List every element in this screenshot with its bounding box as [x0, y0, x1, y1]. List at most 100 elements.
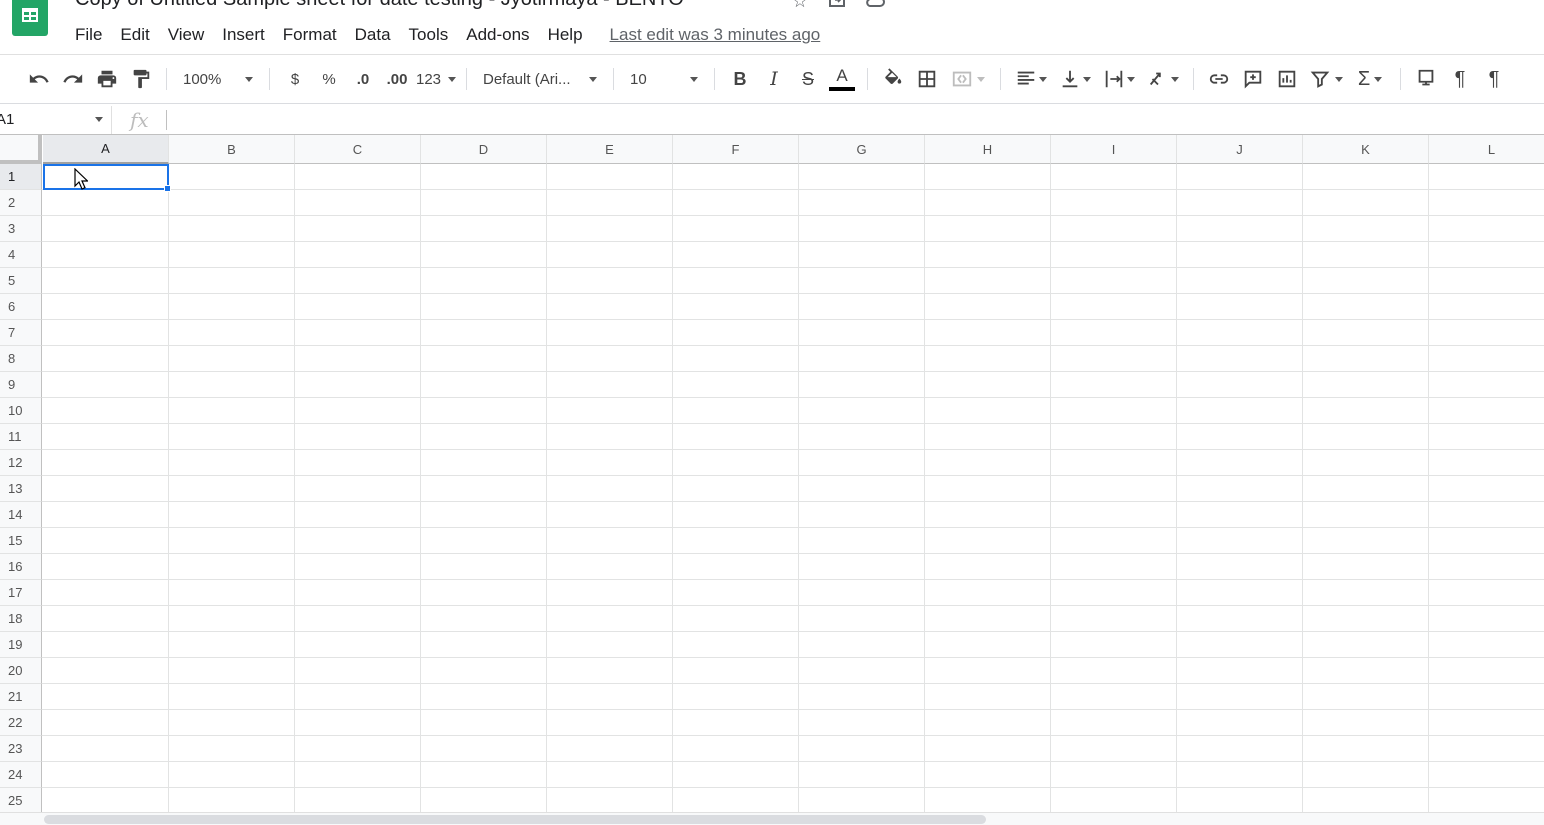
column-header-k[interactable]: K: [1303, 135, 1429, 164]
menu-data[interactable]: Data: [346, 25, 400, 45]
percent-format-button[interactable]: %: [312, 63, 346, 95]
merge-cells-button[interactable]: [944, 63, 992, 95]
row-header-6[interactable]: 6: [0, 294, 42, 320]
increase-decimal-button[interactable]: .00: [380, 63, 414, 95]
row-header-13[interactable]: 13: [0, 476, 42, 502]
row-header-11[interactable]: 11: [0, 424, 42, 450]
italic-button[interactable]: I: [757, 63, 791, 95]
text-color-button[interactable]: A: [825, 63, 859, 95]
decrease-decimal-button[interactable]: .0: [346, 63, 380, 95]
redo-button[interactable]: [56, 63, 90, 95]
column-gridline: [1302, 164, 1303, 812]
menu-file[interactable]: File: [66, 25, 111, 45]
sheets-logo-icon[interactable]: [12, 0, 48, 36]
fill-color-button[interactable]: [876, 63, 910, 95]
vertical-align-button[interactable]: [1053, 63, 1097, 95]
column-header-b[interactable]: B: [169, 135, 295, 164]
column-header-e[interactable]: E: [547, 135, 673, 164]
paint-format-button[interactable]: [124, 63, 158, 95]
menu-insert[interactable]: Insert: [213, 25, 274, 45]
insert-chart-button[interactable]: [1270, 63, 1304, 95]
row-header-18[interactable]: 18: [0, 606, 42, 632]
row-gridline: [42, 449, 1544, 450]
spreadsheet-grid[interactable]: ABCDEFGHIJKL 1 2 3 4 5 6 7 8 9 10 11 12 13 14 15 16 17 18…: [0, 135, 1544, 812]
row-header-15[interactable]: 15: [0, 528, 42, 554]
insert-link-button[interactable]: [1202, 63, 1236, 95]
zoom-dropdown[interactable]: 100%: [175, 63, 261, 95]
name-box[interactable]: A1: [0, 105, 112, 134]
currency-label: $: [290, 70, 300, 88]
menu-tools[interactable]: Tools: [400, 25, 458, 45]
undo-button[interactable]: [22, 63, 56, 95]
row-gridline: [42, 787, 1544, 788]
column-header-c[interactable]: C: [295, 135, 421, 164]
ltr-button[interactable]: ¶: [1443, 63, 1477, 95]
column-header-l[interactable]: L: [1429, 135, 1544, 164]
fill-handle[interactable]: [164, 185, 171, 192]
horizontal-align-button[interactable]: [1009, 63, 1053, 95]
column-header-f[interactable]: F: [673, 135, 799, 164]
row-header-8[interactable]: 8: [0, 346, 42, 372]
menu-help[interactable]: Help: [539, 25, 592, 45]
chevron-down-icon: [1374, 76, 1383, 82]
row-header-12[interactable]: 12: [0, 450, 42, 476]
font-size-dropdown[interactable]: 10: [622, 63, 706, 95]
toolbar-divider: [466, 68, 467, 90]
menu-view[interactable]: View: [159, 25, 214, 45]
column-gridline: [420, 164, 421, 812]
row-header-24[interactable]: 24: [0, 762, 42, 788]
formula-input[interactable]: [166, 109, 1544, 130]
menu-format[interactable]: Format: [274, 25, 346, 45]
row-header-1[interactable]: 1: [0, 164, 42, 190]
menu-add-ons[interactable]: Add-ons: [457, 25, 538, 45]
row-gridline: [42, 345, 1544, 346]
star-icon[interactable]: ☆: [789, 0, 811, 10]
row-header-19[interactable]: 19: [0, 632, 42, 658]
row-header-25[interactable]: 25: [0, 788, 42, 812]
horizontal-scrollbar[interactable]: [0, 812, 1544, 825]
row-header-21[interactable]: 21: [0, 684, 42, 710]
more-formats-dropdown[interactable]: 123: [414, 63, 458, 95]
menu-edit[interactable]: Edit: [111, 25, 158, 45]
column-header-a[interactable]: A: [43, 135, 169, 164]
column-header-g[interactable]: G: [799, 135, 925, 164]
text-rotation-icon: [1149, 72, 1161, 86]
font-family-dropdown[interactable]: Default (Ari...: [475, 63, 605, 95]
scrollbar-thumb[interactable]: [44, 815, 986, 824]
column-header-i[interactable]: I: [1051, 135, 1177, 164]
row-header-22[interactable]: 22: [0, 710, 42, 736]
row-header-3[interactable]: 3: [0, 216, 42, 242]
text-rotation-button[interactable]: [1141, 63, 1185, 95]
column-header-j[interactable]: J: [1177, 135, 1303, 164]
row-header-5[interactable]: 5: [0, 268, 42, 294]
strikethrough-button[interactable]: S: [791, 63, 825, 95]
row-header-17[interactable]: 17: [0, 580, 42, 606]
move-to-folder-icon[interactable]: [826, 0, 848, 10]
row-header-7[interactable]: 7: [0, 320, 42, 346]
borders-button[interactable]: [910, 63, 944, 95]
cloud-saved-icon[interactable]: [864, 0, 886, 10]
last-edit-link[interactable]: Last edit was 3 minutes ago: [610, 25, 821, 45]
currency-format-button[interactable]: $: [278, 63, 312, 95]
select-all-corner[interactable]: [0, 135, 42, 164]
column-header-h[interactable]: H: [925, 135, 1051, 164]
row-header-4[interactable]: 4: [0, 242, 42, 268]
row-header-20[interactable]: 20: [0, 658, 42, 684]
insert-comment-button[interactable]: [1236, 63, 1270, 95]
row-header-2[interactable]: 2: [0, 190, 42, 216]
bold-button[interactable]: B: [723, 63, 757, 95]
text-wrapping-button[interactable]: [1097, 63, 1141, 95]
print-button[interactable]: [90, 63, 124, 95]
rtl-button[interactable]: ¶: [1477, 63, 1511, 95]
column-header-d[interactable]: D: [421, 135, 547, 164]
document-title[interactable]: Copy of Untitled Sample sheet for date t…: [75, 0, 684, 11]
functions-button[interactable]: Σ: [1348, 63, 1392, 95]
row-header-16[interactable]: 16: [0, 554, 42, 580]
filter-button[interactable]: [1304, 63, 1348, 95]
row-header-23[interactable]: 23: [0, 736, 42, 762]
row-header-10[interactable]: 10: [0, 398, 42, 424]
row-header-14[interactable]: 14: [0, 502, 42, 528]
row-header-9[interactable]: 9: [0, 372, 42, 398]
input-tools-button[interactable]: [1409, 63, 1443, 95]
active-cell-a1[interactable]: [43, 164, 171, 192]
